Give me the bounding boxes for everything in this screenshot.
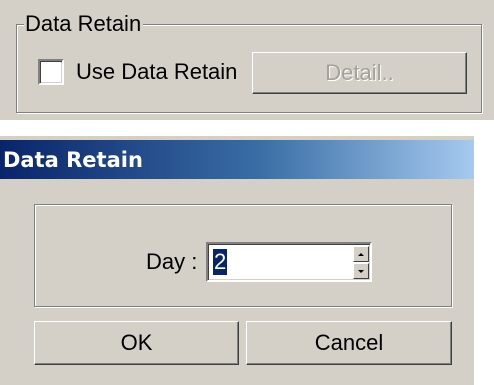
groupbox-title: Data Retain xyxy=(24,11,144,37)
day-spin-input[interactable]: 2 xyxy=(206,242,372,282)
dialog-titlebar[interactable]: Data Retain xyxy=(0,140,474,179)
use-data-retain-checkbox[interactable] xyxy=(38,59,64,85)
spin-up-button[interactable] xyxy=(353,246,369,262)
data-retain-panel: Data Retain Use Data Retain Detail.. xyxy=(0,0,494,120)
use-data-retain-label[interactable]: Use Data Retain xyxy=(76,59,237,85)
data-retain-dialog: Data Retain Day : 2 OK Cancel xyxy=(0,136,474,385)
day-value[interactable]: 2 xyxy=(213,249,228,275)
spin-down-arrow-icon xyxy=(358,269,364,273)
dialog-title: Data Retain xyxy=(3,148,143,172)
detail-button[interactable]: Detail.. xyxy=(252,52,467,94)
day-label: Day : xyxy=(146,249,198,274)
cancel-button[interactable]: Cancel xyxy=(246,321,452,365)
spin-down-button[interactable] xyxy=(353,263,369,279)
ok-button[interactable]: OK xyxy=(34,321,239,365)
spin-up-arrow-icon xyxy=(358,252,364,256)
